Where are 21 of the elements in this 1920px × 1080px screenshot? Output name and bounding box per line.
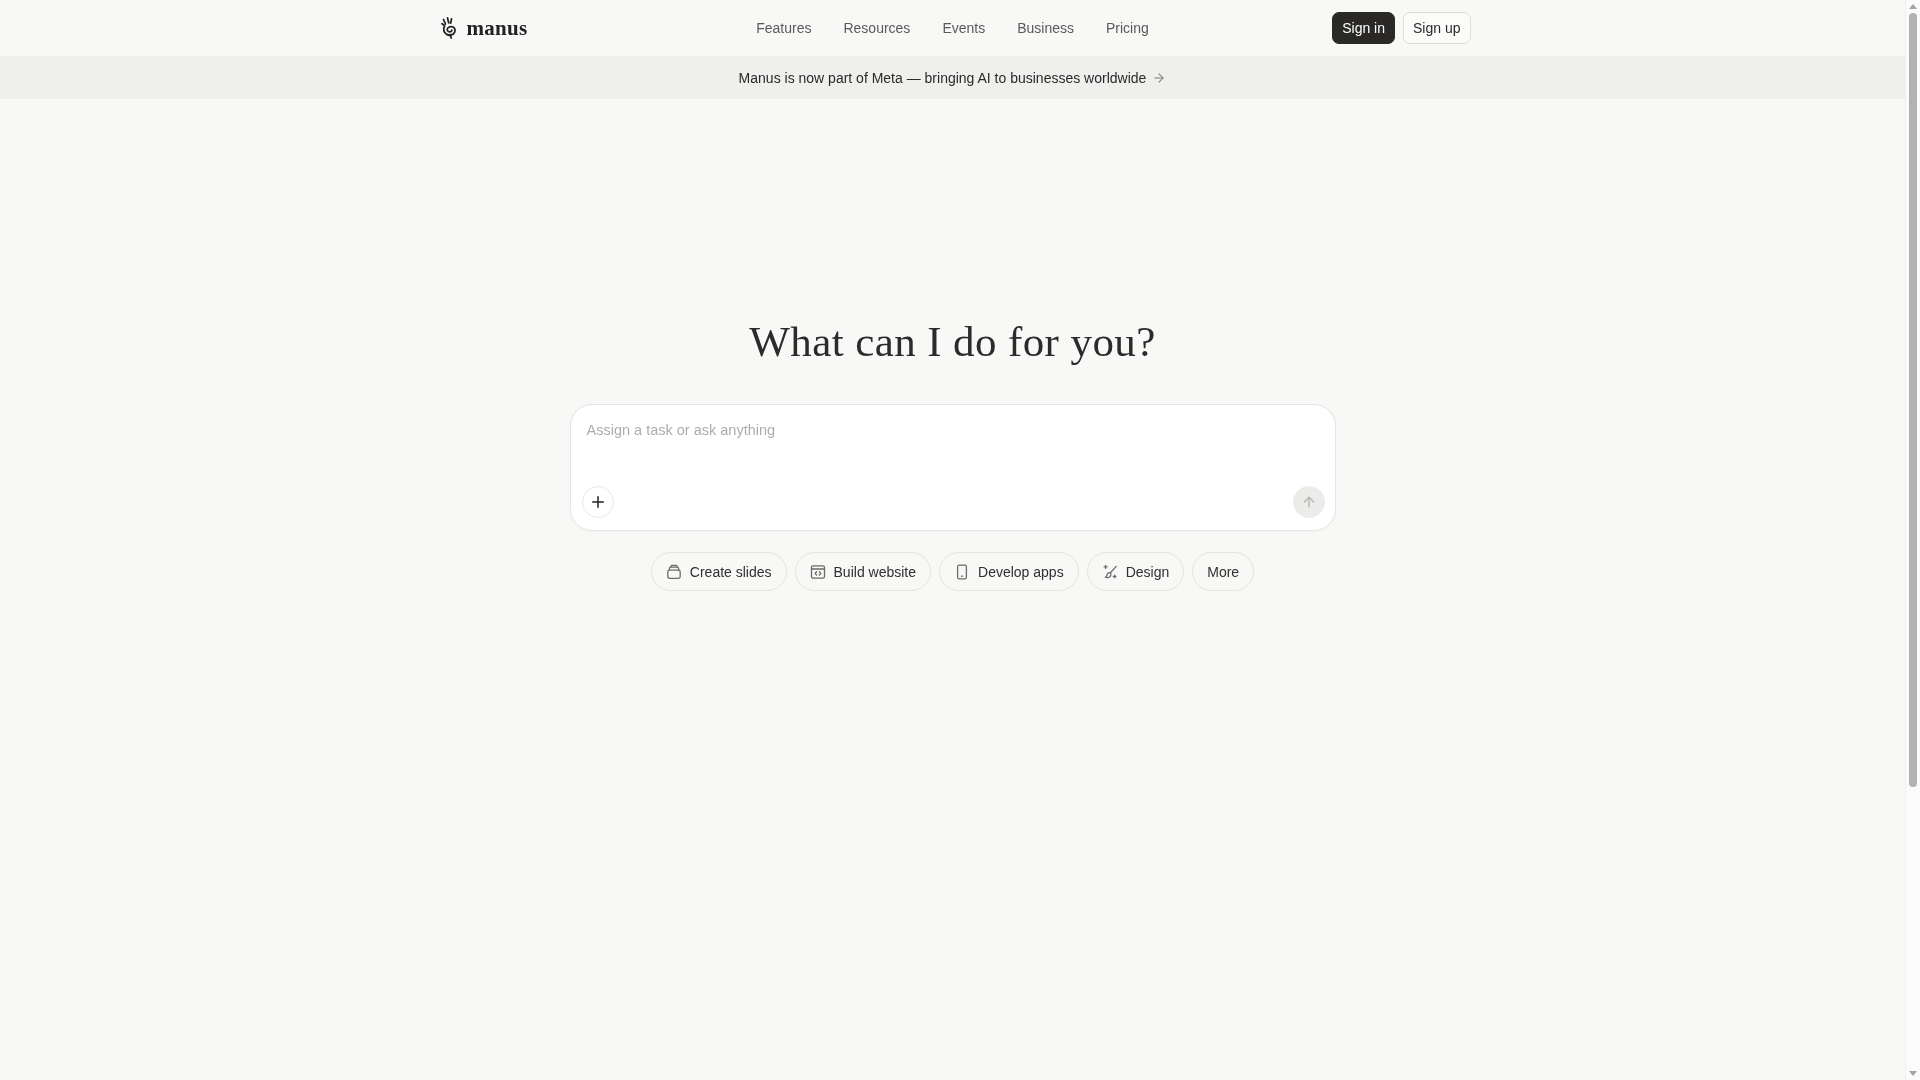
nav-link[interactable]: Pricing xyxy=(1106,20,1149,36)
arrow-right-icon xyxy=(1152,70,1167,85)
nav-link[interactable]: Events xyxy=(942,20,986,36)
scroll-up-icon[interactable] xyxy=(1909,4,1917,9)
task-input-field[interactable]: Assign a task or ask anything xyxy=(570,405,1335,486)
sign-in-button[interactable]: Sign in xyxy=(1332,12,1395,44)
sign-up-button[interactable]: Sign up xyxy=(1403,12,1471,44)
code-window-icon xyxy=(809,563,826,580)
scrollbar[interactable] xyxy=(1905,0,1920,1080)
hero-title: What can I do for you? xyxy=(749,317,1156,367)
add-button[interactable] xyxy=(581,486,614,518)
composer-panel[interactable]: Assign a task or ask anything xyxy=(569,404,1336,531)
stacked-box-icon xyxy=(665,563,682,580)
announcement-link[interactable]: Manus is now part of Meta — bringing AI to businesses worldwide xyxy=(738,69,1167,86)
nav-link[interactable]: Features xyxy=(756,20,812,36)
logo-wordmark[interactable]: manus xyxy=(466,15,528,41)
nav-link[interactable]: Resources xyxy=(843,20,911,36)
logo-icon xyxy=(440,17,459,39)
nav-link[interactable]: Business xyxy=(1017,20,1074,36)
brush-sparkle-icon xyxy=(1101,563,1118,580)
scroll-down-icon[interactable] xyxy=(1909,1071,1917,1076)
